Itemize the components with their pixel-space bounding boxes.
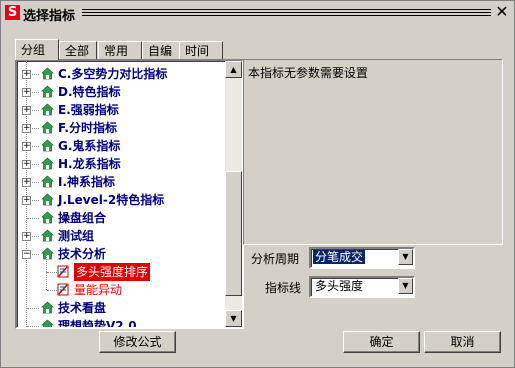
- period-label: 分析周期: [251, 252, 300, 266]
- expand-icon[interactable]: +: [22, 88, 31, 97]
- group-folder-icon: [40, 103, 55, 116]
- tree-item-label: I.神系指标: [58, 175, 116, 189]
- tree-group-item[interactable]: 操盘组合: [17, 209, 222, 227]
- indicator-line-label: 指标线: [265, 281, 302, 295]
- expand-icon[interactable]: +: [22, 142, 31, 151]
- tree-item-label: J.Level-2特色指标: [58, 193, 165, 207]
- expand-icon[interactable]: +: [22, 70, 31, 79]
- scroll-thumb[interactable]: [225, 171, 242, 296]
- tree-child-item[interactable]: 多头强度排序: [17, 254, 222, 281]
- indicator-tree[interactable]: + C.多空势力对比指标 + D.特色指标 + E.强弱指标 + F.分时指标 + G.鬼系指标 +…: [15, 59, 244, 329]
- tree-group-item[interactable]: + H.龙系指标: [17, 155, 222, 173]
- tree-group-item[interactable]: − 技术分析: [17, 245, 222, 263]
- tree-item-label: 技术看盘: [58, 301, 107, 315]
- window-title: 选择指标: [23, 9, 76, 24]
- indicator-line-select[interactable]: 多头强度 ▼: [309, 276, 415, 298]
- tree-connector-line: [27, 308, 39, 309]
- tab-common[interactable]: 常用: [98, 41, 142, 60]
- period-value: 分笔成交: [313, 250, 366, 264]
- tree-connector-line: [47, 272, 57, 273]
- tree-group-item[interactable]: + 测试组: [17, 227, 222, 245]
- tree-group-item[interactable]: 理想趋势V2.0: [17, 317, 222, 327]
- tree-group-item[interactable]: + C.多空势力对比指标: [17, 65, 222, 83]
- tree-item-label: F.分时指标: [58, 121, 117, 135]
- group-folder-icon: [40, 157, 55, 170]
- scroll-down-icon[interactable]: ▼: [225, 310, 242, 327]
- tree-group-item[interactable]: + G.鬼系指标: [17, 137, 222, 155]
- tree-list: + C.多空势力对比指标 + D.特色指标 + E.强弱指标 + F.分时指标 + G.鬼系指标 +…: [17, 61, 225, 327]
- close-icon[interactable]: ✕: [494, 4, 510, 20]
- edit-formula-button[interactable]: 修改公式: [99, 331, 176, 353]
- tree-scrollbar[interactable]: ▲ ▼: [225, 61, 242, 327]
- expand-icon[interactable]: +: [22, 232, 31, 241]
- group-folder-icon: [40, 67, 55, 80]
- expand-icon[interactable]: +: [22, 106, 31, 115]
- tree-connector-line: [46, 272, 47, 290]
- tree-group-item[interactable]: + F.分时指标: [17, 119, 222, 137]
- tree-connector-line: [27, 326, 39, 327]
- tab-all[interactable]: 全部: [59, 41, 97, 60]
- tab-time[interactable]: 时间: [179, 41, 223, 60]
- tree-item-label: 技术分析: [58, 247, 107, 261]
- ok-button[interactable]: 确定: [343, 331, 420, 353]
- chevron-down-icon[interactable]: ▼: [398, 278, 413, 294]
- tree-connector-line: [46, 254, 47, 272]
- tree-group-item[interactable]: + J.Level-2特色指标: [17, 191, 222, 209]
- group-folder-icon: [40, 193, 55, 206]
- app-logo-icon: S: [5, 5, 20, 20]
- group-folder-icon: [40, 121, 55, 134]
- group-folder-icon: [40, 139, 55, 152]
- cancel-button[interactable]: 取消: [424, 331, 501, 353]
- tree-item-label: C.多空势力对比指标: [58, 67, 168, 81]
- title-bar: S 选择指标 ✕: [2, 2, 513, 24]
- dialog-window: S 选择指标 ✕ 分组 全部 常用 自编 时间 + C.多空势力对比指标 + D.特色…: [0, 0, 515, 368]
- group-folder-icon: [40, 247, 55, 260]
- tree-connector-line: [27, 218, 39, 219]
- tree-connector-line: [47, 290, 57, 291]
- tree-item-label: E.强弱指标: [58, 103, 119, 117]
- scroll-up-icon[interactable]: ▲: [225, 61, 242, 78]
- tree-item-label: H.龙系指标: [58, 157, 121, 171]
- tree-group-item[interactable]: + D.特色指标: [17, 83, 222, 101]
- parameter-panel: 本指标无参数需要设置: [243, 59, 503, 245]
- tree-item-label: 测试组: [58, 229, 95, 243]
- group-folder-icon: [40, 85, 55, 98]
- parameter-text: 本指标无参数需要设置: [248, 66, 369, 80]
- indicator-doc-icon: [57, 265, 69, 278]
- expand-icon[interactable]: +: [22, 178, 31, 187]
- group-folder-icon: [40, 301, 55, 314]
- tree-item-label: 操盘组合: [58, 211, 107, 225]
- tree-child-item[interactable]: 量能异动: [17, 272, 222, 299]
- group-folder-icon: [40, 211, 55, 224]
- tree-group-item[interactable]: + E.强弱指标: [17, 101, 222, 119]
- indicator-doc-icon: [57, 283, 69, 296]
- tree-item-label: 理想趋势V2.0: [58, 319, 137, 327]
- tab-group[interactable]: 分组: [15, 39, 59, 60]
- tree-item-label: D.特色指标: [58, 85, 121, 99]
- tab-custom[interactable]: 自编: [142, 41, 180, 60]
- group-folder-icon: [40, 229, 55, 242]
- tree-item-label: 多头强度排序: [74, 263, 151, 281]
- expand-icon[interactable]: +: [22, 124, 31, 133]
- chevron-down-icon[interactable]: ▼: [398, 249, 413, 265]
- tree-item-label: 量能异动: [74, 283, 123, 297]
- tree-item-label: G.鬼系指标: [58, 139, 121, 153]
- title-bar-stripes: [82, 9, 491, 17]
- collapse-icon[interactable]: −: [22, 250, 31, 259]
- group-folder-icon: [40, 175, 55, 188]
- group-folder-icon: [40, 319, 55, 327]
- expand-icon[interactable]: +: [22, 196, 31, 205]
- indicator-line-value: 多头强度: [315, 279, 364, 293]
- expand-icon[interactable]: +: [22, 160, 31, 169]
- tree-group-item[interactable]: + I.神系指标: [17, 173, 222, 191]
- period-select[interactable]: 分笔成交 ▼: [309, 247, 415, 269]
- tree-group-item[interactable]: 技术看盘: [17, 299, 222, 317]
